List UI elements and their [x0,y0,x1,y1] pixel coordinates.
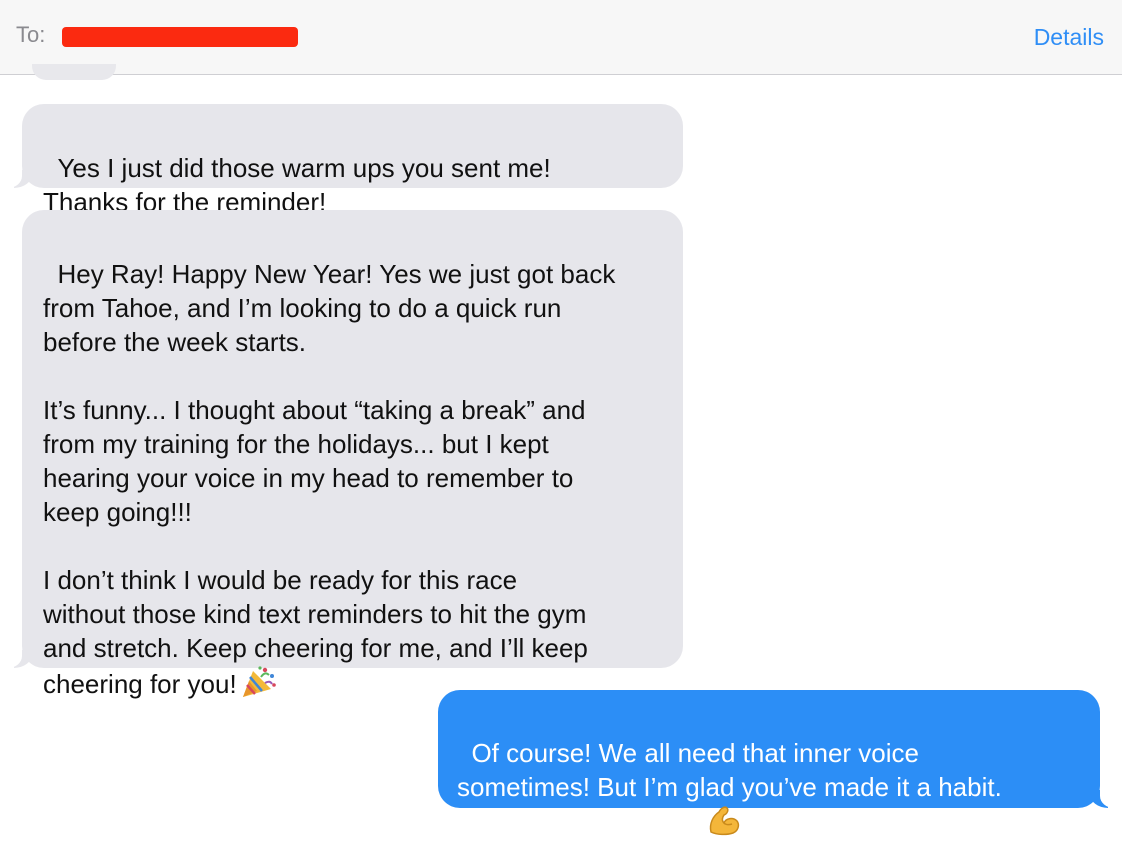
conversation-header: To: Details [0,0,1122,75]
outgoing-message-bubble[interactable]: Of course! We all need that inner voice … [438,690,1100,836]
incoming-message-bubble[interactable]: Yes I just did those warm ups you sent m… [22,104,683,217]
bubble-tail [4,168,32,188]
incoming-message-bubble[interactable]: Hey Ray! Happy New Year! Yes we just got… [22,210,683,699]
bubble-tail [1090,788,1118,808]
party-popper-icon [241,665,277,707]
details-button[interactable]: Details [1034,24,1104,51]
recipient-label: To: [16,22,46,47]
flexed-biceps-icon [707,804,741,844]
bubble-tail [4,648,32,668]
message-text: Hey Ray! Happy New Year! Yes we just got… [43,259,616,699]
recipient-redaction [62,27,298,47]
previous-message-bubble [32,64,116,80]
message-text: Yes I just did those warm ups you sent m… [43,153,551,217]
